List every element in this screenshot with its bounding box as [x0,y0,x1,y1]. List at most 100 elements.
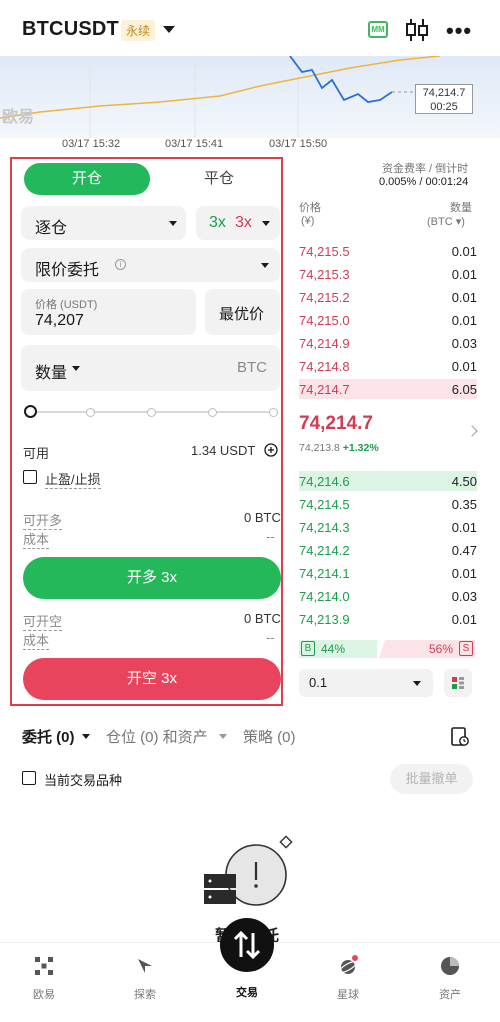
ask-row[interactable]: 74,214.7 6.05 [299,379,477,399]
ask-qty: 0.01 [451,313,477,328]
slider-mark[interactable] [86,408,95,417]
bid-price: 74,213.9 [299,612,350,627]
nav-assets[interactable]: 资产 [420,955,480,1002]
open-short-button[interactable]: 开空 3x [23,658,281,700]
tab-orders[interactable]: 委托 (0) [22,726,75,747]
chevron-down-icon [261,263,269,268]
order-form-panel: 开仓 平仓 逐仓 3x 3x 限价委托 i 价格 (USDT) 74,207 最… [10,157,283,706]
ask-qty: 0.01 [451,244,477,259]
bid-qty: 0.01 [451,520,477,535]
chevron-down-icon [169,221,177,226]
pair-title[interactable]: BTCUSDT [22,18,119,41]
open-long-button[interactable]: 开多 3x [23,557,281,599]
chevron-down-icon[interactable] [219,734,227,739]
current-symbol-checkbox[interactable] [22,771,36,785]
amount-slider-handle[interactable] [24,405,37,418]
bid-qty: 0.35 [451,497,477,512]
amount-label[interactable]: 数量 [35,359,67,383]
orderbook-layout-icon[interactable] [444,669,472,697]
amount-unit-dropdown-icon[interactable] [72,366,80,371]
tab-positions[interactable]: 仓位 (0) 和资产 [106,726,208,747]
pie-chart-icon [441,957,459,975]
mm-icon[interactable]: MM [368,21,388,38]
ask-price: 74,215.0 [299,313,350,328]
qty-col-header: 数量 [450,202,472,214]
bid-qty: 0.01 [451,566,477,581]
candlestick-icon[interactable] [404,17,430,43]
bid-row[interactable]: 74,213.9 0.01 [299,609,477,629]
bid-qty: 0.03 [451,589,477,604]
bid-row[interactable]: 74,214.6 4.50 [299,471,477,491]
can-open-short-value: 0 BTC [244,611,281,626]
time-label: 03/17 15:41 [165,138,224,150]
amount-unit: BTC [237,359,267,376]
nav-explore[interactable]: 探索 [115,955,175,1002]
best-price-label: 最优价 [219,306,265,323]
tp-sl-label[interactable]: 止盈/止损 [45,469,101,489]
ask-qty: 0.01 [451,267,477,282]
current-symbol-filter: 当前交易品种 批量撤单 [0,764,500,794]
tab-strategies[interactable]: 策略 (0) [243,726,296,747]
ask-row[interactable]: 74,214.8 0.01 [299,356,477,376]
more-icon[interactable]: ••• [446,18,472,44]
bid-qty: 0.47 [451,543,477,558]
chevron-down-icon [262,221,270,226]
price-tag-countdown: 00:25 [430,101,458,113]
price-tag-price: 74,214.7 [422,87,466,99]
ask-row[interactable]: 74,215.5 0.01 [299,241,477,261]
leverage-select[interactable]: 3x 3x [196,206,280,240]
amount-input[interactable]: 数量 BTC [21,345,280,391]
time-label: 03/17 15:50 [269,138,328,150]
bid-row[interactable]: 74,214.2 0.47 [299,540,477,560]
ask-price: 74,215.5 [299,244,350,259]
ask-row[interactable]: 74,215.2 0.01 [299,287,477,307]
current-symbol-label[interactable]: 当前交易品种 [44,770,122,789]
nav-trade-button[interactable] [220,918,274,972]
tp-sl-checkbox[interactable] [23,470,37,484]
pair-dropdown-icon[interactable] [163,26,175,33]
ask-row[interactable]: 74,214.9 0.03 [299,333,477,353]
slider-mark[interactable] [147,408,156,417]
ask-row[interactable]: 74,215.3 0.01 [299,264,477,284]
info-icon[interactable]: i [115,259,126,270]
cancel-all-button[interactable]: 批量撤单 [390,764,473,794]
bid-row[interactable]: 74,214.3 0.01 [299,517,477,537]
last-price[interactable]: 74,214.7 [299,413,373,435]
bid-row[interactable]: 74,214.1 0.01 [299,563,477,583]
sell-percent: 56% [428,642,453,656]
slider-mark[interactable] [269,408,278,417]
order-type-value: 限价委托 [35,262,100,279]
add-funds-icon[interactable] [264,443,278,457]
okx-logo-icon [35,957,53,975]
price-input-value[interactable]: 74,207 [35,312,84,330]
bid-row[interactable]: 74,214.5 0.35 [299,494,477,514]
perpetual-tag: 永续 [121,20,156,41]
bid-price: 74,214.0 [299,589,350,604]
nav-planet[interactable]: 星球 [318,955,378,1002]
nav-label-trade[interactable]: 交易 [226,984,268,1000]
tab-close[interactable]: 平仓 [158,163,280,195]
bid-price: 74,214.1 [299,566,350,581]
bid-row[interactable]: 74,214.0 0.03 [299,586,477,606]
tab-open[interactable]: 开仓 [24,163,150,195]
funding-value: 0.005% / 00:01:24 [379,176,469,188]
nav-label: 星球 [337,989,359,1001]
okx-watermark: 欧易 [2,109,35,126]
order-type-select[interactable]: 限价委托 i [21,248,280,282]
margin-mode-select[interactable]: 逐仓 [21,206,186,240]
best-price-button[interactable]: 最优价 [205,289,280,335]
ask-qty: 0.01 [451,290,477,305]
slider-mark[interactable] [208,408,217,417]
bid-qty: 4.50 [451,474,477,489]
depth-precision-select[interactable]: 0.1 [299,669,433,697]
ask-row[interactable]: 74,215.0 0.01 [299,310,477,330]
layout-grid-icon [452,677,464,689]
nav-label: 探索 [134,989,156,1001]
price-input[interactable]: 价格 (USDT) 74,207 [21,289,196,335]
qty-col-unit[interactable]: (BTC ▾) [427,215,465,228]
order-history-icon[interactable] [451,727,469,747]
chevron-right-icon[interactable] [466,425,478,437]
nav-home[interactable]: 欧易 [14,955,74,1002]
buy-percent: 44% [321,642,346,656]
chevron-down-icon[interactable] [82,734,90,739]
